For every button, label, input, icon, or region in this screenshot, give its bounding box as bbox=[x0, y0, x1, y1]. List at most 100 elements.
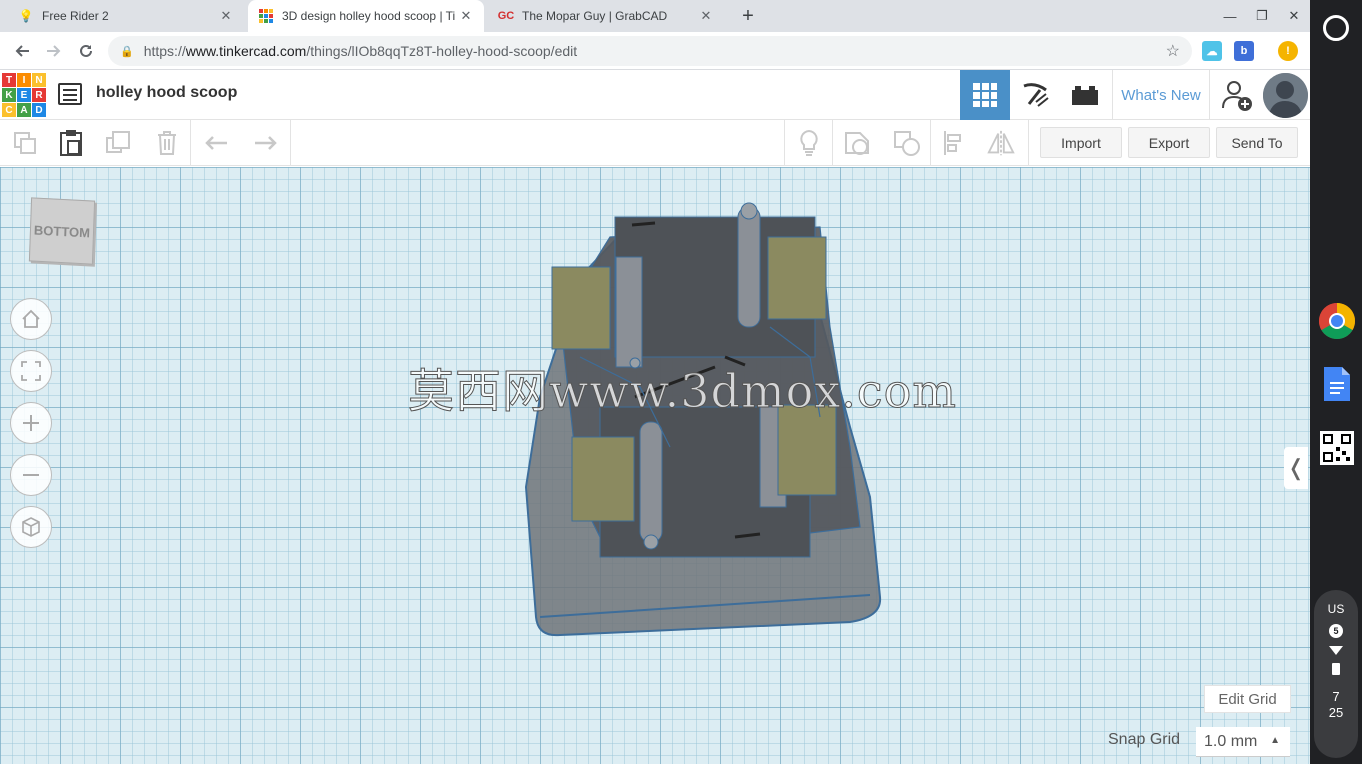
blocks-view-button[interactable] bbox=[1010, 70, 1060, 120]
plus-icon bbox=[23, 415, 39, 431]
snap-grid-value: 1.0 mm bbox=[1204, 732, 1258, 750]
zoom-out-button[interactable] bbox=[10, 454, 52, 496]
toolbar-divider bbox=[784, 120, 785, 166]
edit-grid-button[interactable]: Edit Grid bbox=[1204, 685, 1291, 713]
panel-collapse-button[interactable]: ❬ bbox=[1284, 447, 1308, 489]
paste-button[interactable] bbox=[56, 128, 86, 158]
docs-app-icon[interactable] bbox=[1318, 365, 1356, 403]
os-shelf: US 5 7 25 bbox=[1310, 0, 1362, 764]
tinkercad-icon bbox=[258, 8, 274, 24]
snap-grid-select[interactable]: 1.0 mm ▲ bbox=[1196, 727, 1290, 757]
delete-button[interactable] bbox=[152, 128, 182, 158]
toolbar-divider bbox=[930, 120, 931, 166]
user-avatar[interactable] bbox=[1263, 73, 1308, 118]
align-icon bbox=[944, 131, 961, 155]
grabcad-icon: GC bbox=[497, 10, 515, 22]
undo-button[interactable] bbox=[202, 128, 232, 158]
minus-icon bbox=[23, 474, 39, 476]
trash-icon bbox=[158, 131, 176, 155]
url-path: /things/lIOb8qqTz8T-holley-hood-scoop/ed… bbox=[306, 43, 578, 59]
close-icon[interactable]: ✕ bbox=[698, 8, 714, 24]
lightbulb-icon bbox=[800, 129, 818, 156]
url-host: www.tinkercad.com bbox=[185, 43, 307, 59]
send-to-button[interactable]: Send To bbox=[1216, 127, 1298, 158]
redo-icon bbox=[255, 136, 277, 150]
toolbar-divider bbox=[1028, 120, 1029, 166]
forward-arrow-icon bbox=[47, 45, 61, 57]
workplane[interactable]: BOTTOM 莫西网www.3dmox.com ❬ Edit Grid Snap… bbox=[0, 167, 1310, 764]
logo-letter: T bbox=[2, 73, 16, 87]
logo-letter: K bbox=[2, 88, 16, 102]
mirror-icon bbox=[987, 130, 1015, 156]
minimize-button[interactable]: — bbox=[1214, 0, 1246, 32]
zoom-in-button[interactable] bbox=[10, 402, 52, 444]
design-title[interactable]: holley hood scoop bbox=[96, 84, 237, 102]
notification-extension-icon[interactable]: ! bbox=[1278, 41, 1298, 61]
redo-button[interactable] bbox=[250, 128, 280, 158]
design-list-icon[interactable] bbox=[58, 83, 82, 105]
duplicate-icon bbox=[106, 131, 130, 153]
ungroup-button[interactable] bbox=[892, 128, 922, 158]
maximize-button[interactable]: ❐ bbox=[1246, 0, 1278, 32]
keyboard-layout: US bbox=[1327, 602, 1345, 616]
export-button[interactable]: Export bbox=[1128, 127, 1210, 158]
notification-badge: 5 bbox=[1329, 624, 1343, 638]
logo-letter: I bbox=[17, 73, 31, 87]
new-tab-button[interactable]: + bbox=[736, 4, 760, 28]
url-prefix: https:// bbox=[143, 43, 186, 59]
bitly-extension-icon[interactable]: b bbox=[1234, 41, 1254, 61]
pickaxe-icon bbox=[1023, 83, 1049, 107]
import-button[interactable]: Import bbox=[1040, 127, 1122, 158]
logo-letter: R bbox=[32, 88, 46, 102]
bookmark-star-icon[interactable]: ☆ bbox=[1166, 41, 1180, 61]
status-tray[interactable]: US 5 7 25 bbox=[1314, 590, 1358, 758]
grid-view-icon bbox=[973, 83, 997, 107]
duplicate-button[interactable] bbox=[104, 128, 134, 158]
launcher-button[interactable] bbox=[1323, 15, 1349, 41]
forward-button[interactable] bbox=[42, 39, 66, 63]
close-icon[interactable]: ✕ bbox=[218, 8, 234, 24]
reload-button[interactable] bbox=[74, 39, 98, 63]
qr-app-icon[interactable] bbox=[1318, 429, 1356, 467]
align-button[interactable] bbox=[940, 128, 970, 158]
home-view-button[interactable] bbox=[10, 298, 52, 340]
toolbar-divider bbox=[190, 120, 191, 166]
whats-new-link[interactable]: What's New bbox=[1112, 70, 1210, 120]
tab-title: The Mopar Guy | GrabCAD bbox=[522, 9, 668, 23]
bricks-view-button[interactable] bbox=[1060, 70, 1110, 120]
view-cube[interactable]: BOTTOM bbox=[28, 197, 96, 265]
group-button[interactable] bbox=[842, 128, 872, 158]
cloud-extension-icon[interactable]: ☁ bbox=[1202, 41, 1222, 61]
fit-view-button[interactable] bbox=[10, 350, 52, 392]
perspective-toggle-button[interactable] bbox=[10, 506, 52, 548]
close-icon[interactable]: ✕ bbox=[458, 8, 474, 24]
back-arrow-icon bbox=[15, 45, 29, 57]
notes-button[interactable] bbox=[794, 128, 824, 158]
tab-title: Free Rider 2 bbox=[42, 9, 109, 23]
cube-icon bbox=[22, 517, 40, 537]
edit-toolbar: Import Export Send To bbox=[0, 120, 1310, 166]
tab-free-rider[interactable]: 💡 Free Rider 2 ✕ bbox=[8, 0, 244, 32]
logo-letter: E bbox=[17, 88, 31, 102]
tinkercad-logo[interactable]: T I N K E R C A D bbox=[2, 73, 46, 117]
tab-title: 3D design holley hood scoop | Ti bbox=[282, 9, 456, 23]
browser-tab-strip: 💡 Free Rider 2 ✕ 3D design holley hood s… bbox=[0, 0, 1310, 32]
ungroup-icon bbox=[894, 131, 920, 156]
address-bar[interactable]: 🔒 https://www.tinkercad.com/things/lIOb8… bbox=[108, 36, 1192, 66]
lock-icon: 🔒 bbox=[120, 45, 134, 58]
window-close-button[interactable]: ✕ bbox=[1278, 0, 1310, 32]
copy-icon bbox=[14, 132, 36, 154]
back-button[interactable] bbox=[10, 39, 34, 63]
undo-icon bbox=[205, 136, 227, 150]
chrome-app-icon[interactable] bbox=[1318, 302, 1356, 340]
copy-button[interactable] bbox=[10, 128, 40, 158]
caret-up-icon: ▲ bbox=[1270, 735, 1280, 746]
logo-letter: A bbox=[17, 103, 31, 117]
invite-user-button[interactable] bbox=[1212, 70, 1262, 120]
watermark-text: 莫西网www.3dmox.com bbox=[408, 364, 957, 419]
lightbulb-icon: 💡 bbox=[18, 9, 34, 23]
3d-view-button[interactable] bbox=[960, 70, 1010, 120]
tab-tinkercad[interactable]: 3D design holley hood scoop | Ti ✕ bbox=[248, 0, 484, 32]
mirror-button[interactable] bbox=[986, 128, 1016, 158]
tab-grabcad[interactable]: GC The Mopar Guy | GrabCAD ✕ bbox=[488, 0, 724, 32]
